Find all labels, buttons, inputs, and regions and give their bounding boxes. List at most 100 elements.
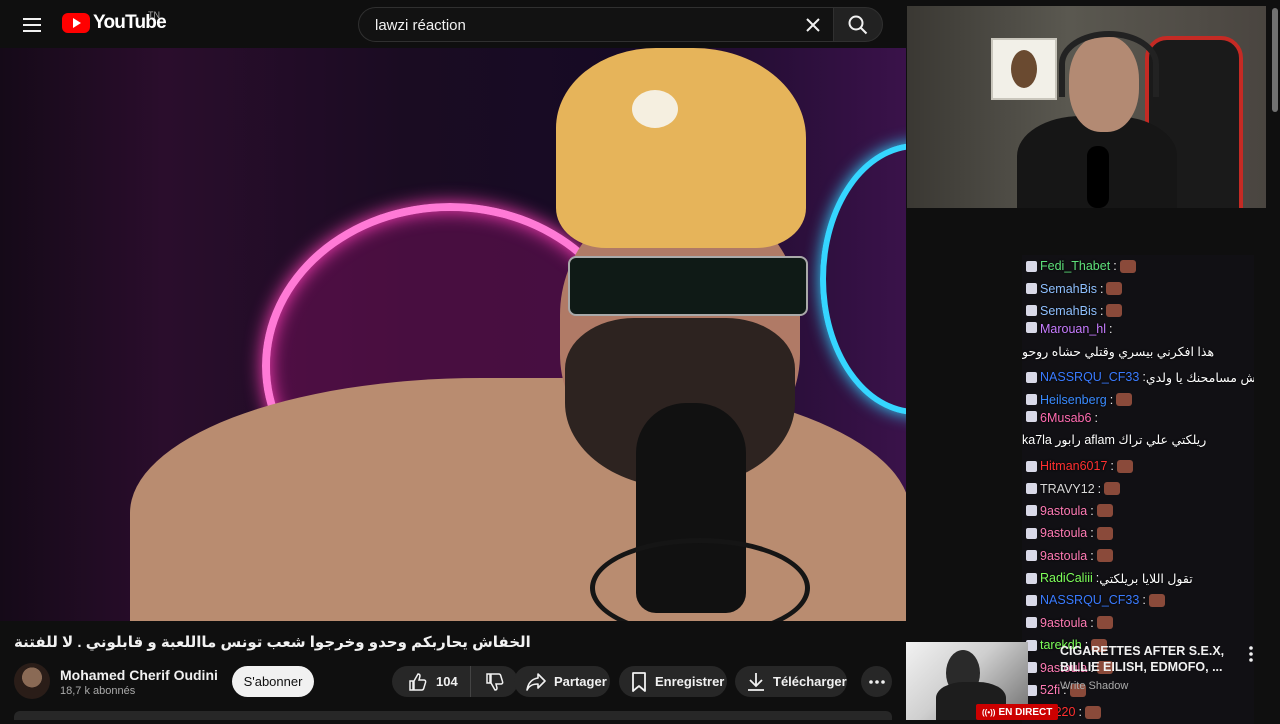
user-badge-icon [1026,550,1037,562]
chat-username: Marouan_hl [1040,322,1107,337]
clear-search-button[interactable] [798,10,828,40]
subscribe-button[interactable]: S'abonner [232,666,314,697]
share-button[interactable]: Partager [514,666,610,697]
user-badge-icon [1026,260,1037,272]
chat-separator: : [1097,481,1102,496]
save-button[interactable]: Enregistrer [619,666,727,697]
country-code: TN [148,10,160,20]
chat-username: RadiCaliii [1040,571,1093,586]
thumbs-up-icon [409,672,427,691]
thumbs-down-icon [485,672,504,691]
bookmark-icon [632,671,646,692]
neon-ring [820,143,906,415]
chat-message: SemahBis: [1022,277,1254,300]
chat-username: 9astoula [1040,526,1088,541]
chat-message: RadiCaliii: تقول اللايا بريلكتي [1022,566,1254,590]
chat-text: ريلكتي علي تراك aflam رابور ka7la [1022,433,1207,448]
chat-separator: : [1099,281,1104,296]
chat-message: 9astoula: [1022,522,1254,545]
close-icon [806,18,820,32]
chat-message: 9astoula: [1022,544,1254,567]
chat-username: SemahBis [1040,303,1097,318]
search-box [358,7,834,43]
video-title: الخفاش يحاربكم وحدو وخرجوا شعب تونس ماال… [14,634,531,651]
emote-icon [1096,526,1113,540]
cap-logo [632,90,678,128]
download-icon [748,672,764,691]
dislike-button[interactable] [471,666,519,697]
play-logo-icon [62,13,90,33]
chat-message: 9astoula: [1022,611,1254,635]
chat-message: Marouan_hl: هذا افكرني بيسري وقتلي حشاه … [1022,322,1254,367]
user-badge-icon [1026,594,1037,606]
chat-message: Hitman6017: [1022,454,1254,478]
chat-text: تقول اللايا بريلكتي [1099,571,1193,586]
download-button[interactable]: Télécharger [735,666,847,697]
chat-separator: : [1090,548,1094,563]
chat-separator: : [1090,526,1094,541]
recommended-more-button[interactable] [1244,644,1258,664]
channel-name[interactable]: Mohamed Cherif Oudini [60,667,218,683]
user-badge-icon [1026,410,1037,422]
user-badge-icon [1026,617,1037,629]
chat-username: Hitman6017 [1040,459,1108,474]
chat-message: 6Musab6: ريلكتي علي تراك aflam رابور ka7… [1022,410,1254,455]
user-badge-icon [1026,394,1037,406]
streamer-cap [556,48,806,248]
video-player[interactable] [0,48,906,621]
user-badge-icon [1026,322,1037,334]
user-badge-icon [1026,572,1037,584]
download-label: Télécharger [773,674,847,689]
emote-icon [1096,549,1113,563]
chat-separator: : [1113,259,1117,274]
more-actions-button[interactable] [861,666,892,697]
recommended-channel[interactable]: Write Shadow [1060,680,1128,692]
subscriber-count: 18,7 k abonnés [60,685,136,697]
share-icon [526,672,546,691]
picture-frame [991,38,1057,100]
chat-username: SemahBis [1040,281,1097,296]
chat-separator: : [1110,459,1114,474]
chat-separator: : [1099,303,1104,318]
chat-message: 52fi: [1022,678,1254,702]
user-badge-icon [1026,505,1037,517]
chat-separator: : [1090,503,1094,518]
chat-username: 9astoula [1040,615,1088,630]
page-scrollbar[interactable] [1272,8,1278,112]
emote-icon [1084,705,1101,719]
live-badge: ((•)) EN DIRECT [976,704,1059,720]
chat-text: هذا افكرني بيسري وقتلي حشاه روحو [1022,344,1215,359]
hamburger-icon [23,18,41,32]
user-badge-icon [1026,460,1037,472]
emote-icon [1119,259,1136,273]
search-button[interactable] [833,7,883,42]
like-button[interactable]: 104 [392,666,471,697]
emote-icon [1096,504,1113,518]
recommended-title[interactable]: CIGARETTES AFTER S.E.X, BILLIE EILISH, E… [1060,643,1240,675]
channel-avatar[interactable] [14,663,50,699]
chat-separator: : [1078,705,1082,720]
like-count: 104 [436,674,458,689]
chat-text: مناش مسامحنك يا ولدي [1145,370,1254,385]
streamer-glasses [568,256,808,316]
emote-icon [1106,282,1123,296]
chat-username: 9astoula [1040,503,1088,518]
user-badge-icon [1026,483,1037,495]
webcam-overlay [907,6,1266,208]
chat-username: Heilsenberg [1040,392,1107,407]
chat-message: 9astoula: [1022,499,1254,523]
save-label: Enregistrer [655,674,725,689]
chat-message: Heilsenberg: [1022,388,1254,411]
search-input[interactable] [373,8,797,43]
emote-icon [1116,459,1133,473]
chat-message: Fedi_Thabet: [1022,255,1254,278]
menu-button[interactable] [14,8,50,42]
live-label: EN DIRECT [998,706,1053,718]
emote-icon [1104,482,1121,496]
description-box[interactable] [14,711,892,720]
chat-username: NASSRQU_CF33 [1040,370,1140,385]
live-icon: ((•)) [982,707,996,717]
chat-username: 52fi [1040,683,1061,698]
chat-separator: : [1109,392,1114,407]
more-horizontal-icon [868,679,885,684]
